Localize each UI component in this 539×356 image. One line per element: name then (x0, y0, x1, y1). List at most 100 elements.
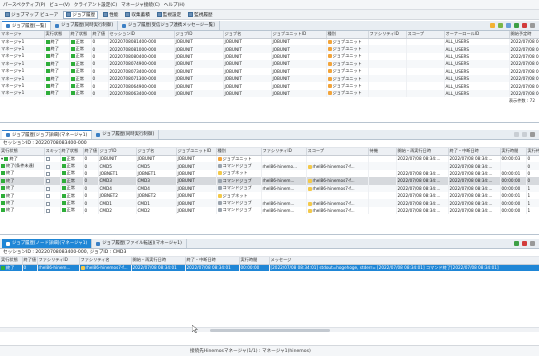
refresh-icon[interactable] (498, 23, 503, 28)
table-row[interactable]: 終了 正常 0 CMD2 CMD2 JOBUNIT コマンドジョブ rhel86-hinem.… (0, 206, 539, 215)
perspective-tab-2[interactable]: 性能 (101, 11, 120, 19)
run-icon[interactable] (514, 241, 519, 246)
column-header[interactable]: オーナーロールID (444, 31, 510, 39)
table-row[interactable]: マネージャ1 終了 正常 0 20220708063400-000 JOBUNIT JOBU… (0, 89, 539, 98)
table-row[interactable]: マネージャ1 終了 正常 0 20220708081400-000 JOBUNIT JOBU… (0, 38, 539, 46)
perspective-tab-5[interactable]: 監視履歴 (186, 11, 214, 19)
tab-node-detail[interactable]: ジョブ履歴[ノード詳細](マネージャ1) (2, 239, 93, 248)
filter-icon[interactable] (490, 23, 495, 28)
status-icon (70, 91, 75, 96)
column-header[interactable]: ジョブユニットID (176, 148, 217, 156)
tab-file-transfer[interactable]: ジョブ履歴[ファイル転送](マネージャ1) (92, 239, 187, 248)
table-row[interactable]: マネージャ1 終了 正常 0 20220708064900-000 JOBUNIT JOBU… (0, 82, 539, 90)
settings-icon[interactable] (506, 23, 511, 28)
table-row[interactable]: 終了 0 rhel86-hinem... rhel86-hinemos7-f... 20… (0, 264, 539, 272)
column-header[interactable]: 開始・再実行日時 (396, 148, 449, 156)
column-header[interactable]: 実行待 (526, 148, 539, 156)
minimize-icon[interactable] (530, 23, 535, 28)
horizontal-scrollbar[interactable] (0, 327, 539, 332)
menu-item-2[interactable]: クライアント設定(C) (74, 2, 117, 8)
tab-concurrency-control[interactable]: ジョブ履歴[同時実行制御] (51, 21, 118, 30)
perspective-tab-0[interactable]: ジョブマップ ビューア (3, 11, 60, 19)
column-header[interactable]: 実行時間 (500, 148, 527, 156)
column-header[interactable]: 実行状態 (44, 31, 70, 39)
run-icon[interactable] (514, 132, 519, 137)
stop-icon[interactable] (522, 132, 527, 137)
skip-checkbox[interactable] (45, 157, 50, 162)
column-header[interactable]: 終了状態 (60, 148, 84, 156)
table-cell: 0 (91, 89, 109, 98)
table-row[interactable]: マネージャ1 終了 正常 0 20220708081000-000 JOBUNIT JOBU… (0, 45, 539, 53)
column-header[interactable]: ファシリティID (37, 257, 80, 265)
skip-checkbox[interactable] (45, 186, 50, 191)
tab-job-history-list[interactable]: ジョブ履歴[一覧] (2, 21, 52, 30)
table-cell: 正常 (69, 82, 92, 90)
menu-item-3[interactable]: マネージャ接続(C) (121, 2, 160, 8)
menu-item-4[interactable]: ヘルプ(H) (164, 2, 185, 8)
table-row[interactable]: マネージャ1 終了 正常 0 20220708073400-000 JOBUNIT JOBU… (0, 67, 539, 75)
column-header[interactable]: ジョブ名 (223, 31, 272, 39)
cell-text: 2022/07/08 08:34:... (397, 178, 441, 184)
column-header[interactable]: 終了状態 (69, 31, 92, 39)
perspective-tab-1[interactable]: ジョブ履歴 (63, 10, 99, 19)
column-header[interactable]: 終了・中断日時 (185, 257, 240, 265)
column-header[interactable]: ジョブID (98, 148, 137, 156)
stop-icon[interactable] (522, 23, 527, 28)
column-header[interactable]: スコープ (306, 148, 369, 156)
column-header[interactable]: ファシリティ名 (79, 257, 132, 265)
column-header[interactable]: ファシリティID (261, 148, 307, 156)
column-header[interactable]: 終了値 (83, 148, 99, 156)
cell-text: JOBUNIT (272, 53, 290, 59)
column-header[interactable]: マネージャ (0, 31, 45, 39)
table-row[interactable]: 終了 正常 0 CMD3 CMD3 JOBUNIT コマンドジョブ rhel86-hinem.… (0, 177, 539, 185)
column-header[interactable]: 終了・中断日時 (448, 148, 501, 156)
table-row[interactable]: 終了(条件未達) 正常 0 CMD5 CMD5 JOBUNIT コマンドジョブ rhel86-… (0, 162, 539, 170)
table-row[interactable]: 終了 正常 0 CMD1 CMD1 JOBUNIT コマンドジョブ rhel86-hinem.… (0, 199, 539, 207)
column-header[interactable]: 実行状態 (0, 257, 23, 265)
column-header[interactable]: 終了値 (22, 257, 38, 265)
menu-item-1[interactable]: ビュー(V) (49, 2, 70, 8)
minimize-icon[interactable] (530, 132, 535, 137)
column-header[interactable]: スキップ (44, 148, 61, 156)
skip-checkbox[interactable] (45, 201, 50, 206)
skip-checkbox[interactable] (45, 208, 50, 213)
table-row[interactable]: マネージャ1 終了 正常 0 20220708074900-000 JOBUNIT JOBU… (0, 60, 539, 68)
column-header[interactable]: 待機 (368, 148, 397, 156)
tab-received-messages[interactable]: ジョブ履歴[受信ジョブ連携メッセージ一覧] (118, 21, 220, 30)
column-header[interactable]: 種別 (216, 148, 262, 156)
table-row[interactable]: マネージャ1 終了 正常 0 20220708071300-000 JOBUNIT JOBU… (0, 74, 539, 83)
run-icon[interactable] (514, 23, 519, 28)
column-header[interactable]: メッセージ (269, 257, 539, 265)
column-header[interactable]: 実行状態 (0, 148, 45, 156)
skip-checkbox[interactable] (45, 171, 50, 176)
skip-checkbox[interactable] (45, 164, 50, 169)
table-row[interactable]: ▾ 終了 正常 0 JOBUNIT JOBUNIT JOBUNIT ジョブユニット 2022/… (0, 155, 539, 163)
column-header[interactable]: 種別 (326, 31, 369, 39)
column-header[interactable]: ジョブID (174, 31, 224, 39)
column-header[interactable]: 開始予定時 (509, 31, 539, 39)
menu-item-0[interactable]: パースペクティブ(P) (3, 2, 45, 8)
cell-text: 終了 (6, 170, 15, 176)
tab-concurrency-control-2[interactable]: ジョブ履歴[同時実行制御] (92, 130, 159, 139)
column-header[interactable]: セッションID (108, 31, 175, 39)
table-row[interactable]: 終了 正常 0 CMD4 CMD4 JOBUNIT コマンドジョブ rhel86-hinem.… (0, 184, 539, 192)
column-header[interactable]: 開始・再実行日時 (131, 257, 186, 265)
table-cell: 20220708074900-000 (108, 60, 175, 68)
scrollbar-thumb[interactable] (210, 329, 330, 332)
column-header[interactable]: ジョブ名 (136, 148, 177, 156)
tab-job-detail[interactable]: ジョブ履歴[ジョブ詳細](マネージャ1) (2, 130, 93, 139)
table-row[interactable]: マネージャ1 終了 正常 0 20220708080400-000 JOBUNIT JOBU… (0, 52, 539, 61)
stop-icon[interactable] (522, 241, 527, 246)
skip-checkbox[interactable] (45, 179, 50, 184)
perspective-tab-3[interactable]: 収集蓄積 (123, 11, 151, 19)
table-row[interactable]: 終了 正常 0 JOBNET2 JOBNET2 JOBUNIT ジョブネット 2022/07/… (0, 191, 539, 200)
perspective-tab-4[interactable]: 監視設定 (155, 11, 183, 19)
column-header[interactable]: ジョブユニットID (271, 31, 327, 39)
column-header[interactable]: スコープ (406, 31, 445, 39)
skip-checkbox[interactable] (45, 194, 50, 199)
minimize-icon[interactable] (530, 241, 535, 246)
table-row[interactable]: 終了 正常 0 JOBNET1 JOBNET1 JOBUNIT ジョブネット 2022/07/… (0, 169, 539, 178)
column-header[interactable]: 実行時間 (239, 257, 270, 265)
column-header[interactable]: 終了値 (91, 31, 109, 39)
column-header[interactable]: ファシリティID (368, 31, 407, 39)
